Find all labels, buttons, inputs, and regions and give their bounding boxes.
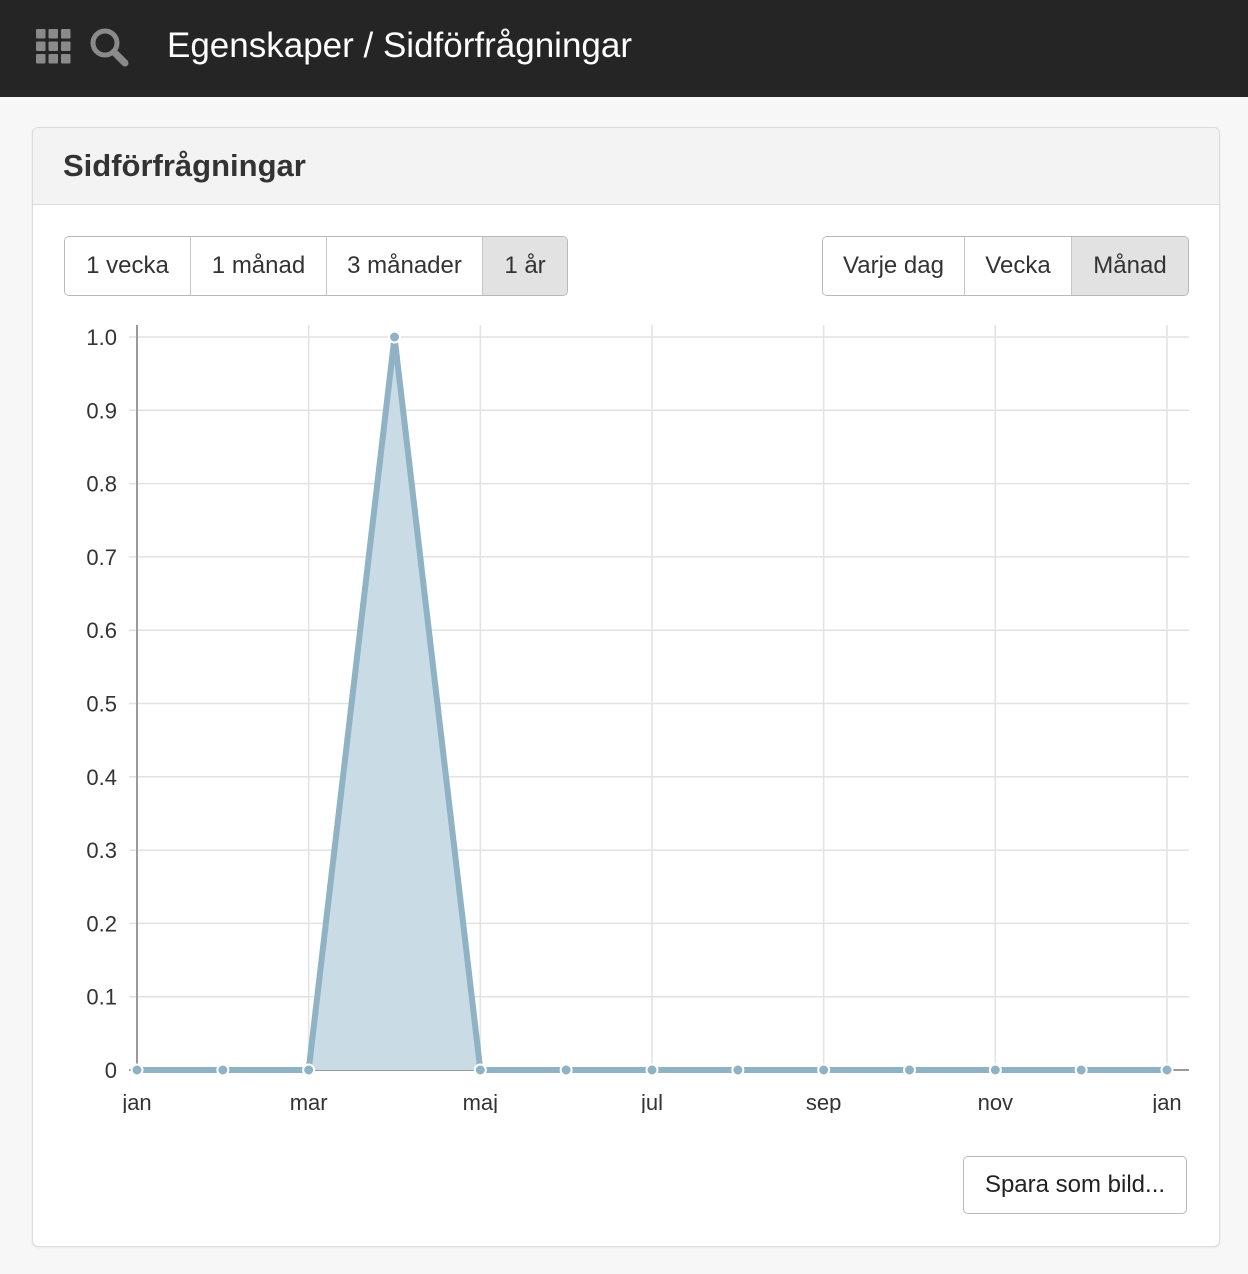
x-tick-label: mar <box>290 1090 328 1113</box>
data-point <box>559 1063 573 1077</box>
x-tick-label: jan <box>121 1090 151 1113</box>
top-bar: Egenskaper / Sidförfrågningar <box>0 0 1248 97</box>
y-tick-label: 0.3 <box>86 838 117 863</box>
y-tick-label: 0.6 <box>86 618 117 643</box>
x-tick-label: sep <box>806 1090 841 1113</box>
y-tick-label: 0.7 <box>86 545 117 570</box>
interval-button-group: Varje dag Vecka Månad <box>822 236 1189 296</box>
save-as-image-button[interactable]: Spara som bild... <box>963 1156 1187 1214</box>
data-point <box>473 1063 487 1077</box>
grid-icon[interactable] <box>36 29 71 64</box>
range-1-week-button[interactable]: 1 vecka <box>65 237 191 295</box>
data-point <box>988 1063 1002 1077</box>
y-tick-label: 0.8 <box>86 472 117 497</box>
panel-title: Sidförfrågningar <box>63 148 306 183</box>
interval-daily-button[interactable]: Varje dag <box>823 237 965 295</box>
data-point <box>388 330 401 344</box>
data-point <box>903 1063 916 1077</box>
x-tick-label: nov <box>978 1090 1013 1113</box>
y-tick-label: 0.1 <box>86 985 117 1010</box>
data-point <box>216 1063 230 1077</box>
page-requests-chart: 0 0.1 0.2 0.3 0.4 0.5 0.6 0.7 0.8 0.9 1.0 jan mar maj… <box>86 325 1189 1113</box>
y-tick-label: 0.4 <box>86 765 117 790</box>
range-1-year-button[interactable]: 1 år <box>483 237 567 295</box>
x-tick-label: jul <box>640 1090 663 1113</box>
range-1-month-button[interactable]: 1 månad <box>191 237 327 295</box>
y-tick-label: 1.0 <box>86 325 117 350</box>
y-tick-label: 0.5 <box>86 692 117 717</box>
range-button-group: 1 vecka 1 månad 3 månader 1 år <box>64 236 568 296</box>
page-requests-panel: Sidförfrågningar 1 vecka 1 månad 3 månad… <box>32 127 1220 1247</box>
data-point <box>817 1063 831 1077</box>
data-point <box>302 1063 316 1077</box>
data-point <box>130 1063 144 1077</box>
interval-month-button[interactable]: Månad <box>1072 237 1188 295</box>
range-3-months-button[interactable]: 3 månader <box>327 237 483 295</box>
x-tick-label: maj <box>463 1090 498 1113</box>
panel-header: Sidförfrågningar <box>33 128 1219 205</box>
data-point <box>1160 1063 1174 1077</box>
data-point <box>645 1063 659 1077</box>
y-tick-label: 0 <box>105 1058 117 1083</box>
interval-week-button[interactable]: Vecka <box>965 237 1072 295</box>
breadcrumb: Egenskaper / Sidförfrågningar <box>167 26 632 65</box>
data-point <box>731 1063 745 1077</box>
search-icon[interactable] <box>88 26 130 68</box>
y-tick-label: 0.9 <box>86 398 117 423</box>
data-point <box>1074 1063 1088 1077</box>
x-tick-label: jan <box>1151 1090 1181 1113</box>
y-tick-label: 0.2 <box>86 911 117 936</box>
